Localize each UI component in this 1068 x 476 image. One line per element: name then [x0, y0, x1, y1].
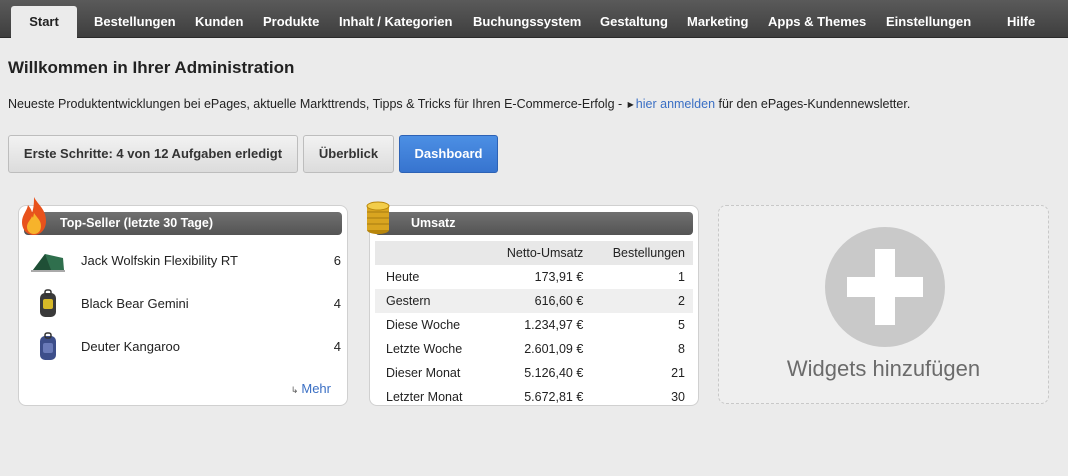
intro-text-after: für den ePages-Kundennewsletter.	[715, 97, 911, 111]
revenue-widget: Umsatz Netto-Umsatz Bestellungen Heute 1…	[369, 205, 699, 406]
more-label[interactable]: Mehr	[301, 381, 331, 396]
add-widget-tile[interactable]: Widgets hinzufügen	[718, 205, 1049, 404]
revenue-cell: 1.234,97 €	[524, 318, 584, 332]
table-row: Diese Woche 1.234,97 € 5	[375, 313, 693, 337]
nav-tab-marketing[interactable]: Marketing	[687, 6, 748, 38]
table-row: Letzter Monat 5.672,81 € 30	[375, 385, 693, 409]
nav-tab-produkte[interactable]: Produkte	[263, 6, 319, 38]
nav-tab-hilfe[interactable]: Hilfe	[1007, 6, 1035, 38]
nav-tab-gestaltung[interactable]: Gestaltung	[600, 6, 668, 38]
nav-tab-kunden[interactable]: Kunden	[195, 6, 243, 38]
product-qty: 4	[333, 296, 341, 311]
revenue-table: Netto-Umsatz Bestellungen Heute 173,91 €…	[375, 241, 693, 409]
orders-cell: 8	[678, 342, 685, 356]
backpack-icon	[40, 332, 56, 360]
column-header	[375, 241, 485, 265]
product-name[interactable]: Black Bear Gemini	[81, 296, 189, 311]
product-name[interactable]: Jack Wolfskin Flexibility RT	[81, 253, 238, 268]
period-cell: Dieser Monat	[386, 366, 461, 380]
list-item[interactable]: Deuter Kangaroo 4	[31, 330, 341, 364]
nav-tab-inhalt-kategorien[interactable]: Inhalt / Kategorien	[339, 6, 452, 38]
newsletter-intro: Neueste Produktentwicklungen bei ePages,…	[8, 97, 910, 111]
revenue-cell: 2.601,09 €	[524, 342, 584, 356]
tent-icon	[31, 254, 65, 272]
period-cell: Heute	[386, 270, 420, 284]
column-header-orders: Bestellungen	[591, 241, 693, 265]
orders-cell: 2	[591, 289, 693, 313]
period-cell: Letzter Monat	[386, 390, 463, 404]
table-row: Letzte Woche 2.601,09 € 8	[375, 337, 693, 361]
add-widget-label[interactable]: Widgets hinzufügen	[719, 356, 1048, 382]
list-item[interactable]: Jack Wolfskin Flexibility RT 6	[31, 244, 341, 278]
arrow-return-icon: ↳	[290, 385, 299, 395]
table-header-row: Netto-Umsatz Bestellungen	[375, 241, 693, 265]
backpack-icon	[40, 289, 56, 317]
list-item[interactable]: Black Bear Gemini 4	[31, 287, 341, 321]
table-row: Dieser Monat 5.126,40 € 21	[375, 361, 693, 385]
main-nav: Start Bestellungen Kunden Produkte Inhal…	[0, 0, 1068, 38]
table-row: Gestern 616,60 € 2	[375, 289, 693, 313]
newsletter-signup-link[interactable]: hier anmelden	[636, 97, 715, 111]
orders-cell: 21	[671, 366, 685, 380]
revenue-cell: 5.672,81 €	[524, 390, 584, 404]
nav-tab-bestellungen[interactable]: Bestellungen	[94, 6, 176, 38]
flame-icon	[22, 197, 46, 235]
topseller-header: Top-Seller (letzte 30 Tage)	[24, 212, 342, 235]
arrow-right-icon: ▶	[627, 100, 634, 109]
product-name[interactable]: Deuter Kangaroo	[81, 339, 180, 354]
period-cell: Letzte Woche	[386, 342, 463, 356]
orders-cell: 5	[678, 318, 685, 332]
product-qty: 6	[333, 253, 341, 268]
plus-icon[interactable]	[825, 227, 945, 347]
intro-text: Neueste Produktentwicklungen bei ePages,…	[8, 97, 626, 111]
orders-cell: 1	[678, 270, 685, 284]
page-title: Willkommen in Ihrer Administration	[8, 58, 295, 77]
nav-tab-apps-themes[interactable]: Apps & Themes	[768, 6, 866, 38]
revenue-cell: 173,91 €	[534, 270, 584, 284]
revenue-cell: 616,60 €	[484, 289, 592, 313]
topseller-widget: Top-Seller (letzte 30 Tage) Jack Wolfski…	[18, 205, 348, 406]
period-cell: Gestern	[375, 289, 485, 313]
overview-button[interactable]: Überblick	[303, 135, 394, 173]
orders-cell: 30	[671, 390, 685, 404]
revenue-cell: 5.126,40 €	[524, 366, 584, 380]
dashboard-button[interactable]: Dashboard	[399, 135, 498, 173]
nav-tab-einstellungen[interactable]: Einstellungen	[886, 6, 971, 38]
product-qty: 4	[333, 339, 341, 354]
period-cell: Diese Woche	[386, 318, 461, 332]
coins-icon	[366, 201, 390, 234]
nav-tab-start[interactable]: Start	[11, 6, 77, 38]
first-steps-button[interactable]: Erste Schritte: 4 von 12 Aufgaben erledi…	[8, 135, 298, 173]
table-row: Heute 173,91 € 1	[375, 265, 693, 289]
nav-tab-buchungssystem[interactable]: Buchungssystem	[473, 6, 581, 38]
revenue-header: Umsatz	[375, 212, 693, 235]
more-link[interactable]: ↳ Mehr	[291, 381, 331, 396]
column-header-net-revenue: Netto-Umsatz	[484, 241, 592, 265]
